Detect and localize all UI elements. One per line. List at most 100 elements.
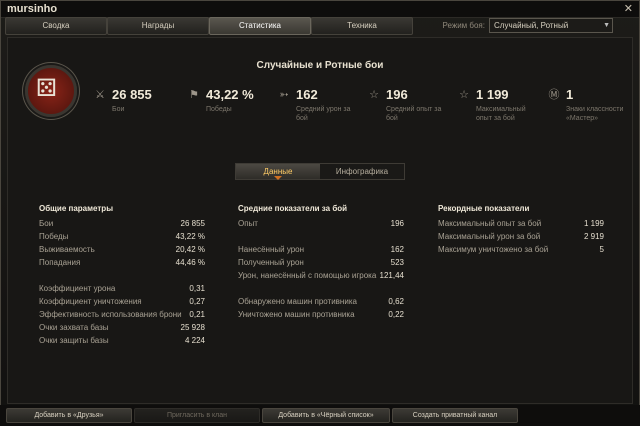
- stat-label: Максимальный опыт за бой: [476, 106, 526, 122]
- table-row: Опыт 196: [238, 219, 404, 229]
- table-row: Очки захвата базы 25 928: [39, 323, 205, 333]
- battle-type-emblem: ⚄: [25, 65, 77, 117]
- row-value: 43,22 %: [175, 232, 205, 241]
- section-title: Общие параметры: [39, 204, 114, 213]
- table-row: Выживаемость 20,42 %: [39, 245, 205, 255]
- stat-value: 196: [386, 87, 408, 102]
- row-value: 1 199: [583, 219, 604, 228]
- row-value: 0,21: [189, 310, 205, 319]
- table-row: Эффективность использования брони 0,21: [39, 310, 205, 320]
- tab-vehicles[interactable]: Техника: [311, 17, 413, 35]
- star-outline-icon: ☆: [369, 89, 379, 101]
- table-row: Обнаружено машин противника 0,62: [238, 297, 404, 307]
- row-label: Максимум уничтожено за бой: [438, 245, 549, 254]
- row-label: Коэффициент урона: [39, 284, 116, 293]
- tab-summary[interactable]: Сводка: [5, 17, 107, 35]
- battle-mode-value: Случайный, Ротный: [494, 21, 569, 30]
- stat-label: Средний опыт за бой: [386, 106, 442, 122]
- table-row: Урон, нанесённый с помощью игрока 121,44: [238, 271, 404, 281]
- section-title: Рекордные показатели: [438, 204, 530, 213]
- page-title: Случайные и Ротные бои: [256, 60, 384, 71]
- stat-victories: ⚑ 43,22 % Победы: [186, 87, 266, 127]
- table-row: Максимум уничтожено за бой 5: [438, 245, 604, 255]
- row-label: Эффективность использования брони: [39, 310, 182, 319]
- row-label: Полученный урон: [238, 258, 304, 267]
- row-value: 162: [390, 245, 404, 254]
- stat-avg-exp: ☆ 196 Средний опыт за бой: [366, 87, 446, 127]
- master-badge-icon: Ⓜ: [548, 89, 560, 101]
- flag-icon: ⚑: [189, 89, 199, 101]
- table-row: Нанесённый урон 162: [238, 245, 404, 255]
- row-label: Очки защиты базы: [39, 336, 109, 345]
- crossed-swords-icon: ⚔: [95, 89, 105, 101]
- shell-icon: ➳: [279, 89, 289, 101]
- chevron-down-icon: ▼: [603, 22, 610, 29]
- active-marker-icon: [274, 176, 282, 180]
- dice-icon: ⚄: [36, 75, 57, 102]
- row-value: 0,22: [388, 310, 404, 319]
- row-label: Выживаемость: [39, 245, 95, 254]
- battle-mode-select[interactable]: Случайный, Ротный ▼: [489, 18, 613, 33]
- table-row: Максимальный урон за бой 2 919: [438, 232, 604, 242]
- infographic-view-button[interactable]: Инфографика: [320, 164, 404, 179]
- footer-bar: Добавить в «Друзья» Пригласить в клан До…: [0, 405, 640, 426]
- data-view-button[interactable]: Данные: [236, 164, 320, 180]
- stat-value: 1 199: [476, 87, 509, 102]
- create-channel-button[interactable]: Создать приватный канал: [392, 408, 518, 423]
- row-label: Победы: [39, 232, 69, 241]
- row-value: 0,31: [189, 284, 205, 293]
- invite-clan-button[interactable]: Пригласить в клан: [134, 408, 260, 423]
- tab-awards[interactable]: Награды: [107, 17, 209, 35]
- data-view-label: Данные: [263, 167, 293, 176]
- stat-value: 1: [566, 87, 574, 102]
- row-label: Бои: [39, 219, 54, 228]
- row-label: Попадания: [39, 258, 81, 267]
- title-bar: mursinho ✕: [1, 1, 639, 18]
- close-icon[interactable]: ✕: [624, 2, 633, 15]
- stat-value: 26 855: [112, 87, 152, 102]
- row-label: Очки захвата базы: [39, 323, 109, 332]
- stat-label: Победы: [206, 106, 232, 113]
- stat-value: 162: [296, 87, 318, 102]
- view-toggle: Данные Инфографика: [235, 163, 405, 180]
- row-value: 4 224: [184, 336, 205, 345]
- stat-label: Бои: [112, 106, 125, 113]
- general-stats-section: Общие параметры: [39, 204, 209, 216]
- record-stats-section: Рекордные показатели: [438, 204, 604, 216]
- row-value: 196: [390, 219, 404, 228]
- row-label: Опыт: [238, 219, 258, 228]
- table-row: Уничтожено машин противника 0,22: [238, 310, 404, 320]
- add-friend-button[interactable]: Добавить в «Друзья»: [6, 408, 132, 423]
- row-label: Уничтожено машин противника: [238, 310, 355, 319]
- row-value: 0,62: [388, 297, 404, 306]
- table-row: Попадания 44,46 %: [39, 258, 205, 268]
- add-blacklist-button[interactable]: Добавить в «Чёрный список»: [262, 408, 390, 423]
- row-label: Максимальный опыт за бой: [438, 219, 542, 228]
- row-value: 44,46 %: [175, 258, 205, 267]
- table-row: Бои 26 855: [39, 219, 205, 229]
- row-value: 121,44: [379, 271, 404, 280]
- stat-battles: ⚔ 26 855 Бои: [92, 87, 172, 127]
- row-label: Обнаружено машин противника: [238, 297, 357, 306]
- row-label: Максимальный урон за бой: [438, 232, 541, 241]
- table-row: Коэффициент уничтожения 0,27: [39, 297, 205, 307]
- stat-value: 43,22 %: [206, 87, 254, 102]
- table-row: Очки защиты базы 4 224: [39, 336, 205, 346]
- battle-mode-label: Режим боя:: [442, 21, 485, 30]
- section-title: Средние показатели за бой: [238, 204, 348, 213]
- window-title: mursinho: [7, 3, 58, 15]
- stat-avg-damage: ➳ 162 Средний урон за бой: [276, 87, 356, 127]
- tab-statistics[interactable]: Статистика: [209, 17, 311, 35]
- table-row: Полученный урон 523: [238, 258, 404, 268]
- row-value: 0,27: [189, 297, 205, 306]
- row-label: Коэффициент уничтожения: [39, 297, 142, 306]
- stat-label: Знаки классности «Мастер»: [566, 106, 624, 122]
- row-value: 25 928: [180, 323, 205, 332]
- row-value: 523: [390, 258, 404, 267]
- row-value: 26 855: [180, 219, 205, 228]
- stat-master-badges: Ⓜ 1 Знаки классности «Мастер»: [546, 87, 626, 127]
- average-stats-section: Средние показатели за бой: [238, 204, 410, 216]
- table-row: Победы 43,22 %: [39, 232, 205, 242]
- stat-max-exp: ☆ 1 199 Максимальный опыт за бой: [456, 87, 536, 127]
- row-value: 2 919: [583, 232, 604, 241]
